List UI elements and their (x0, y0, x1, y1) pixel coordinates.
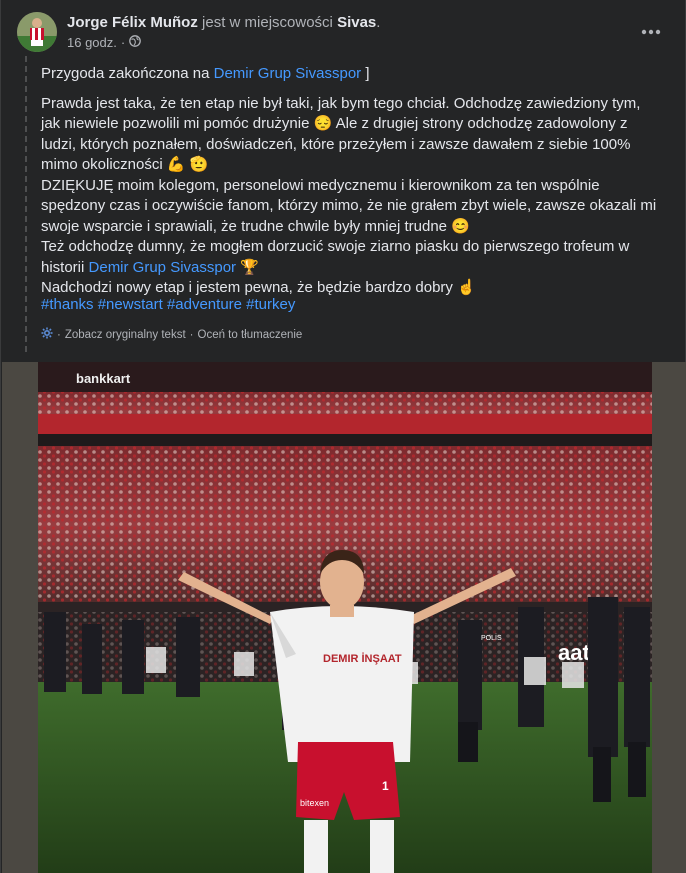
post-time[interactable]: 16 godz. (67, 35, 117, 50)
post-paragraph-1: Prawda jest taka, że ten etap nie był ta… (41, 94, 661, 176)
hashtag[interactable]: #turkey (246, 296, 295, 313)
shirt-sponsor: DEMIR İNŞAAT (323, 652, 402, 665)
trophy-emoji: 🏆 (240, 258, 259, 276)
post-header: Jorge Félix Muñoz jest w miejscowości Si… (17, 12, 669, 56)
hashtags: #thanks #newstart #adventure #turkey (41, 296, 295, 313)
smile-emoji: 😊 (451, 217, 470, 235)
avatar[interactable] (17, 12, 57, 52)
banner-text: bankkart (76, 371, 131, 386)
shorts-sponsor: bitexen (300, 798, 329, 808)
post-photo-frame: bankkart aat POLİS DEMIR İNŞAAT bitexen … (2, 362, 686, 873)
salute-emoji: 🫡 (189, 156, 209, 173)
hashtag[interactable]: #thanks (41, 296, 94, 313)
author-line: Jorge Félix Muñoz jest w miejscowości Si… (67, 14, 380, 31)
more-dots-icon[interactable] (637, 18, 665, 46)
post-meta: 16 godz. · (67, 35, 142, 50)
paragraph-2-text: DZIĘKUJĘ moim kolegom, personelowi medyc… (41, 176, 657, 235)
post-paragraph-3: Też odchodzę dumny, że mogłem dorzucić s… (41, 237, 661, 278)
pointing-up-emoji: ☝️ (457, 279, 476, 296)
paragraph-4-text: Nadchodzi nowy etap i jestem pewna, że b… (41, 279, 458, 296)
translation-bar: · Zobacz oryginalny tekst · Oceń to tłum… (41, 327, 302, 342)
post-line-1-end: ] (361, 65, 370, 82)
hashtag[interactable]: #adventure (167, 296, 242, 313)
author-location-text: jest w miejscowości (197, 14, 338, 31)
page-link-2[interactable]: Demir Grup Sivasspor (89, 259, 237, 276)
see-original-link[interactable]: Zobacz oryginalny tekst (65, 329, 186, 341)
post-photo[interactable]: bankkart aat POLİS DEMIR İNŞAAT bitexen … (38, 362, 652, 873)
post-line-1: Przygoda zakończona na Demir Grup Sivass… (41, 64, 661, 85)
gear-icon (41, 327, 53, 342)
post-text: Przygoda zakończona na Demir Grup Sivass… (41, 64, 661, 299)
globe-icon (129, 35, 142, 50)
pitchside-board-text: aat (558, 640, 590, 665)
page-link[interactable]: Demir Grup Sivasspor (214, 65, 362, 82)
meta-separator: · (120, 35, 126, 50)
shirt-number: 1 (382, 779, 389, 793)
author-line-end: . (376, 14, 381, 31)
post-body: Przygoda zakończona na Demir Grup Sivass… (25, 56, 665, 352)
rate-translation-link[interactable]: Oceń to tłumaczenie (198, 329, 303, 341)
pensive-emoji: 😔 (313, 115, 333, 132)
post-card: Jorge Félix Muñoz jest w miejscowości Si… (0, 0, 686, 873)
police-label: POLİS (481, 633, 502, 642)
author-location[interactable]: Sivas (337, 14, 376, 31)
post-line-1-text: Przygoda zakończona na (41, 65, 214, 82)
muscle-emoji: 💪 (166, 156, 186, 173)
translate-sep-1: · (57, 328, 61, 341)
post-paragraph-2: DZIĘKUJĘ moim kolegom, personelowi medyc… (41, 176, 661, 238)
author-name[interactable]: Jorge Félix Muñoz (67, 14, 198, 31)
translate-sep-2: · (189, 328, 194, 341)
hashtag[interactable]: #newstart (98, 296, 163, 313)
